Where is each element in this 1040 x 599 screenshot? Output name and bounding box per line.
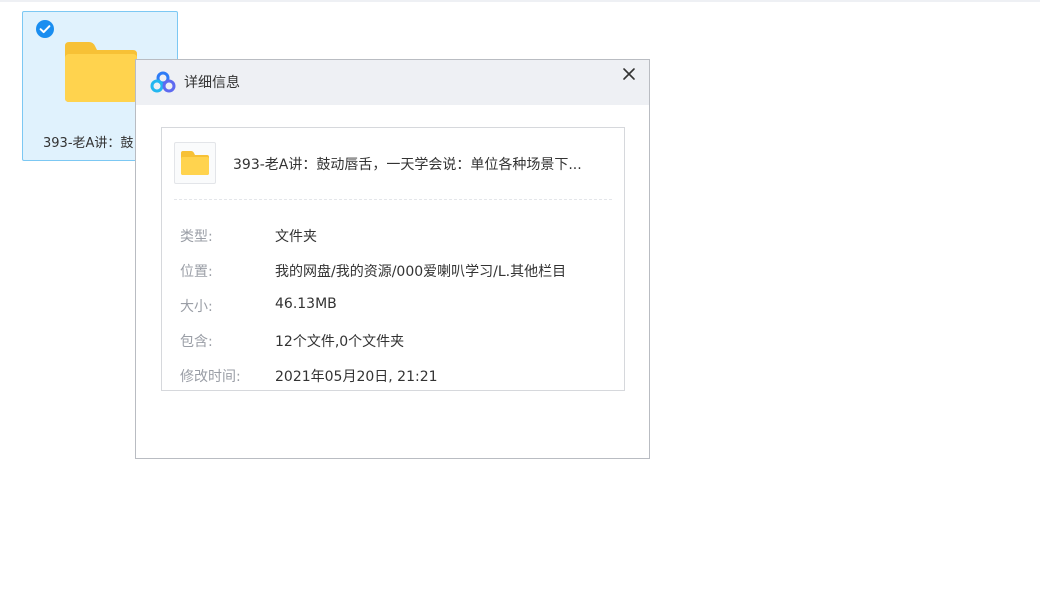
baidu-netdisk-logo-icon <box>150 71 176 93</box>
details-dialog: 详细信息 393-老A讲：鼓动唇舌，一天学会说：单位各种场景下... 类型: 文… <box>135 59 650 459</box>
folder-icon <box>65 42 137 102</box>
dialog-header: 详细信息 <box>136 60 649 105</box>
size-label: 大小: <box>180 299 213 315</box>
close-icon[interactable] <box>619 64 639 84</box>
contains-value: 12个文件,0个文件夹 <box>275 334 405 350</box>
divider <box>174 199 612 200</box>
top-divider <box>0 0 1040 2</box>
size-value: 46.13MB <box>275 296 337 312</box>
detail-row-modified: 修改时间: 2021年05月20日, 21:21 <box>162 366 622 386</box>
detail-row-type: 类型: 文件夹 <box>162 226 622 246</box>
dialog-title: 详细信息 <box>184 75 240 91</box>
contains-label: 包含: <box>180 334 213 350</box>
location-value: 我的网盘/我的资源/000爱喇叭学习/L.其他栏目 <box>275 264 567 280</box>
modified-label: 修改时间: <box>180 369 241 385</box>
type-label: 类型: <box>180 229 213 245</box>
check-circle-icon[interactable] <box>36 20 54 38</box>
modified-value: 2021年05月20日, 21:21 <box>275 369 438 385</box>
details-card: 393-老A讲：鼓动唇舌，一天学会说：单位各种场景下... 类型: 文件夹 位置… <box>161 127 625 391</box>
file-icon-box <box>174 142 216 184</box>
folder-tile-name: 393-老A讲：鼓 <box>43 136 134 151</box>
folder-icon <box>181 151 209 175</box>
type-value: 文件夹 <box>275 229 317 245</box>
detail-row-size: 大小: 46.13MB <box>162 296 622 316</box>
detail-row-contains: 包含: 12个文件,0个文件夹 <box>162 331 622 351</box>
detail-row-location: 位置: 我的网盘/我的资源/000爱喇叭学习/L.其他栏目 <box>162 261 622 281</box>
location-label: 位置: <box>180 264 213 280</box>
file-name: 393-老A讲：鼓动唇舌，一天学会说：单位各种场景下... <box>233 157 582 173</box>
